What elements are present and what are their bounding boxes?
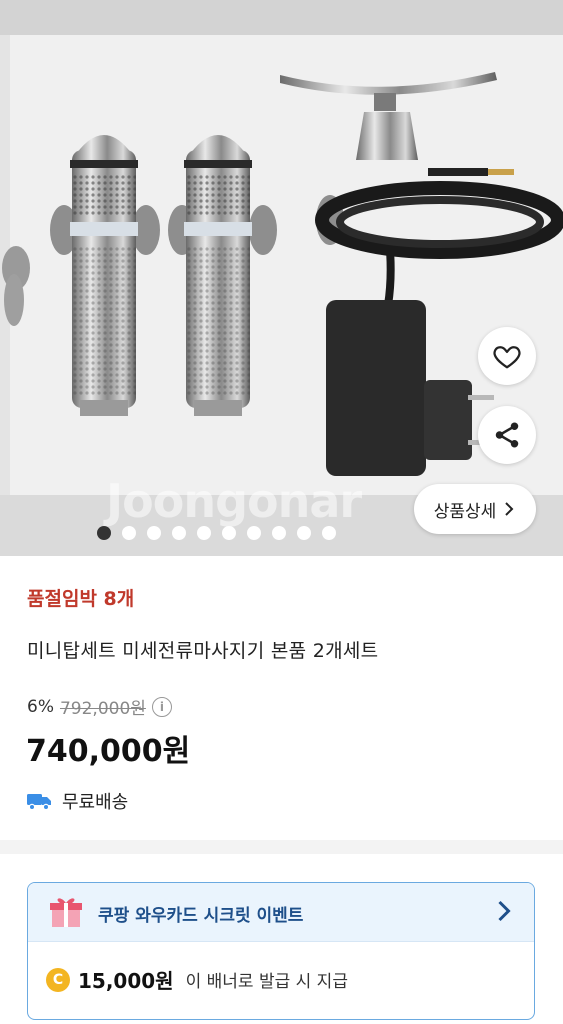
product-photo (0, 0, 563, 556)
carousel-dot[interactable] (147, 526, 161, 540)
carousel-dot[interactable] (272, 526, 286, 540)
info-icon[interactable]: i (151, 696, 172, 717)
carousel-dot[interactable] (247, 526, 261, 540)
promo-title: 쿠팡 와우카드 시크릿 이벤트 (98, 906, 304, 926)
share-icon (495, 422, 519, 448)
carousel-dot[interactable] (97, 526, 111, 540)
product-detail-label: 상품상세 (433, 501, 497, 522)
gift-icon (50, 898, 82, 927)
carousel-indicator (0, 526, 563, 544)
sale-price: 740,000원 (26, 734, 191, 769)
carousel-dot[interactable] (222, 526, 236, 540)
watermark: Joongonar (106, 474, 362, 528)
wow-card-promo-banner[interactable]: 쿠팡 와우카드 시크릿 이벤트 C 15,000원 이 배너로 발급 시 지급 (27, 882, 535, 1020)
cash-description: 이 배너로 발급 시 지급 (185, 972, 348, 992)
carousel-dot[interactable] (172, 526, 186, 540)
discount-rate: 6% (27, 696, 54, 717)
original-price: 792,000원 (59, 699, 146, 719)
carousel-dot[interactable] (122, 526, 136, 540)
share-button[interactable] (478, 406, 536, 464)
carousel-dot[interactable] (297, 526, 311, 540)
coin-icon: C (46, 967, 70, 992)
product-title: 미니탑세트 미세전류마사지기 본품 2개세트 (27, 640, 379, 662)
chevron-right-icon (505, 502, 514, 516)
shipping-info: 무료배송 (26, 788, 128, 814)
chevron-right-icon (498, 900, 511, 922)
product-image-carousel[interactable]: Joongonar 상품상세 (0, 0, 563, 556)
section-divider (0, 840, 563, 854)
cash-amount: 15,000원 (78, 969, 174, 993)
promo-header[interactable]: 쿠팡 와우카드 시크릿 이벤트 (28, 883, 534, 942)
stock-badge: 품절임박 8개 (27, 588, 135, 610)
shipping-label: 무료배송 (62, 792, 129, 813)
carousel-dot[interactable] (197, 526, 211, 540)
wishlist-button[interactable] (478, 327, 536, 385)
heart-icon (493, 346, 521, 369)
promo-body: C 15,000원 이 배너로 발급 시 지급 (46, 965, 348, 994)
truck-icon (27, 794, 51, 811)
discount-row: 6% 792,000원 i (27, 694, 172, 719)
carousel-dot[interactable] (322, 526, 336, 540)
